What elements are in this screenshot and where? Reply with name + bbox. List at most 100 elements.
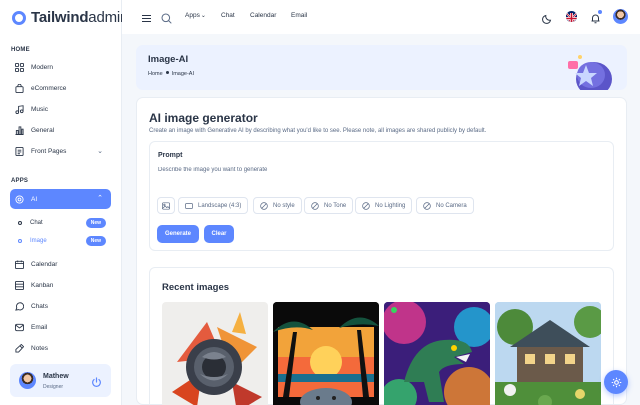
mail-icon: [15, 323, 24, 332]
kanban-icon: [15, 281, 24, 290]
music-icon: [15, 105, 24, 114]
nav-link-email[interactable]: Email: [291, 12, 307, 19]
note-icon: [15, 344, 24, 353]
sidebar-item-email[interactable]: Email: [10, 319, 111, 336]
sidebar-item-label: eCommerce: [31, 85, 67, 92]
style-button[interactable]: No style: [253, 197, 302, 214]
settings-fab[interactable]: [604, 370, 628, 394]
section-heading-home: HOME: [11, 47, 30, 53]
sidebar-item-label: Notes: [31, 345, 48, 352]
sidebar-item-calendar[interactable]: Calendar: [10, 256, 111, 273]
rectangle-icon: [185, 202, 193, 209]
sidebar-item-music[interactable]: Music: [10, 101, 111, 118]
tone-label: No Tone: [324, 202, 347, 209]
gear-icon: [611, 377, 621, 387]
lighting-label: No Lighting: [375, 202, 406, 209]
chevron-up-icon: ⌃: [97, 195, 103, 202]
sidebar-item-chats[interactable]: Chats: [10, 298, 111, 315]
brand-name: Tailwindadmin: [31, 9, 129, 26]
power-icon[interactable]: [91, 375, 102, 387]
sidebar-item-label: Music: [31, 106, 48, 113]
brain-icon: [15, 194, 24, 204]
sidebar-item-label: Calendar: [31, 261, 58, 268]
sidebar: Tailwindadmin HOME Modern eCommerce Musi…: [0, 0, 128, 405]
circle-slash-icon: [311, 201, 319, 210]
search-icon[interactable]: [161, 11, 172, 24]
circle-slash-icon: [260, 201, 268, 210]
breadcrumb-home[interactable]: Home: [148, 71, 163, 77]
bullet-icon: [18, 221, 22, 225]
sidebar-item-modern[interactable]: Modern: [10, 59, 111, 76]
recent-image-cottage[interactable]: [495, 302, 601, 405]
sidebar-subitem-image[interactable]: Image New: [18, 235, 110, 247]
aspect-ratio-label: Landscape (4:3): [198, 202, 242, 209]
recent-image-dinosaur[interactable]: [384, 302, 490, 405]
nav-link-calendar[interactable]: Calendar: [250, 12, 276, 19]
avatar[interactable]: [19, 372, 36, 389]
menu-icon[interactable]: [141, 11, 152, 23]
image-upload-button[interactable]: [157, 197, 175, 214]
sidebar-item-ai[interactable]: AI ⌃: [10, 189, 111, 209]
tone-button[interactable]: No Tone: [304, 197, 354, 214]
breadcrumb-current: Image-AI: [171, 71, 194, 77]
recent-image-palm-sunset[interactable]: [273, 302, 379, 405]
page-header-banner: Image-AI Home Image-AI: [136, 45, 627, 90]
sidebar-item-label: AI: [31, 195, 38, 203]
message-icon: [15, 302, 24, 311]
nav-link-apps[interactable]: Apps⌄: [185, 12, 206, 19]
chevron-down-icon: ⌄: [97, 148, 103, 155]
sidebar-item-ecommerce[interactable]: eCommerce: [10, 80, 111, 97]
lighting-button[interactable]: No Lighting: [355, 197, 413, 214]
recent-images-panel: Recent images: [149, 267, 614, 405]
sidebar-item-general[interactable]: General: [10, 122, 111, 139]
chevron-down-icon: ⌄: [200, 13, 206, 19]
sidebar-subitem-label: Image: [30, 238, 47, 244]
page-title: Image-AI: [148, 54, 189, 65]
generator-description: Create an image with Generative AI by de…: [149, 128, 487, 134]
sidebar-item-notes[interactable]: Notes: [10, 340, 111, 357]
sidebar-item-label: Kanban: [31, 282, 54, 289]
grid-icon: [15, 63, 24, 72]
bullet-icon: [18, 239, 22, 243]
sidebar-item-label: Front Pages: [31, 148, 67, 155]
camera-label: No Camera: [436, 202, 467, 209]
camera-button[interactable]: No Camera: [416, 197, 474, 214]
star-illustration: [564, 49, 614, 90]
generator-title: AI image generator: [149, 111, 258, 125]
breadcrumb-separator: [165, 71, 169, 74]
brand-logo[interactable]: Tailwindadmin: [12, 9, 128, 26]
file-text-icon: [15, 147, 24, 156]
generate-button[interactable]: Generate: [157, 225, 199, 243]
ai-generator-card: AI image generator Create an image with …: [136, 97, 627, 405]
topbar: Apps⌄ Chat Calendar Email: [122, 0, 640, 34]
sidebar-subitem-label: Chat: [30, 220, 43, 226]
sidebar-item-label: Email: [31, 324, 48, 331]
profile-card: Mathew Designer: [10, 364, 111, 397]
profile-role: Designer: [43, 384, 64, 390]
notification-dot: [598, 10, 602, 14]
new-badge: New: [85, 218, 106, 228]
moon-icon[interactable]: [542, 11, 553, 24]
calendar-icon: [15, 260, 24, 269]
chart-bar-icon: [15, 126, 24, 135]
uk-flag-icon[interactable]: [566, 11, 577, 22]
image-icon: [162, 201, 170, 210]
aspect-ratio-button[interactable]: Landscape (4:3): [178, 197, 249, 214]
user-avatar[interactable]: [613, 9, 628, 24]
section-heading-apps: APPS: [11, 178, 29, 184]
recent-image-rose[interactable]: [162, 302, 268, 405]
shopping-bag-icon: [15, 84, 24, 93]
prompt-input[interactable]: [158, 164, 598, 176]
sidebar-item-label: Chats: [31, 303, 48, 310]
logo-icon: [12, 10, 26, 25]
clear-button[interactable]: Clear: [204, 225, 234, 243]
recent-images-title: Recent images: [162, 282, 230, 293]
circle-slash-icon: [362, 201, 370, 210]
sidebar-item-front-pages[interactable]: Front Pages ⌄: [10, 143, 111, 160]
nav-link-chat[interactable]: Chat: [221, 12, 235, 19]
sidebar-subitem-chat[interactable]: Chat New: [18, 217, 110, 229]
sidebar-item-kanban[interactable]: Kanban: [10, 277, 111, 294]
prompt-label: Prompt: [158, 152, 183, 159]
sidebar-item-label: General: [31, 127, 55, 134]
new-badge: New: [85, 236, 106, 246]
